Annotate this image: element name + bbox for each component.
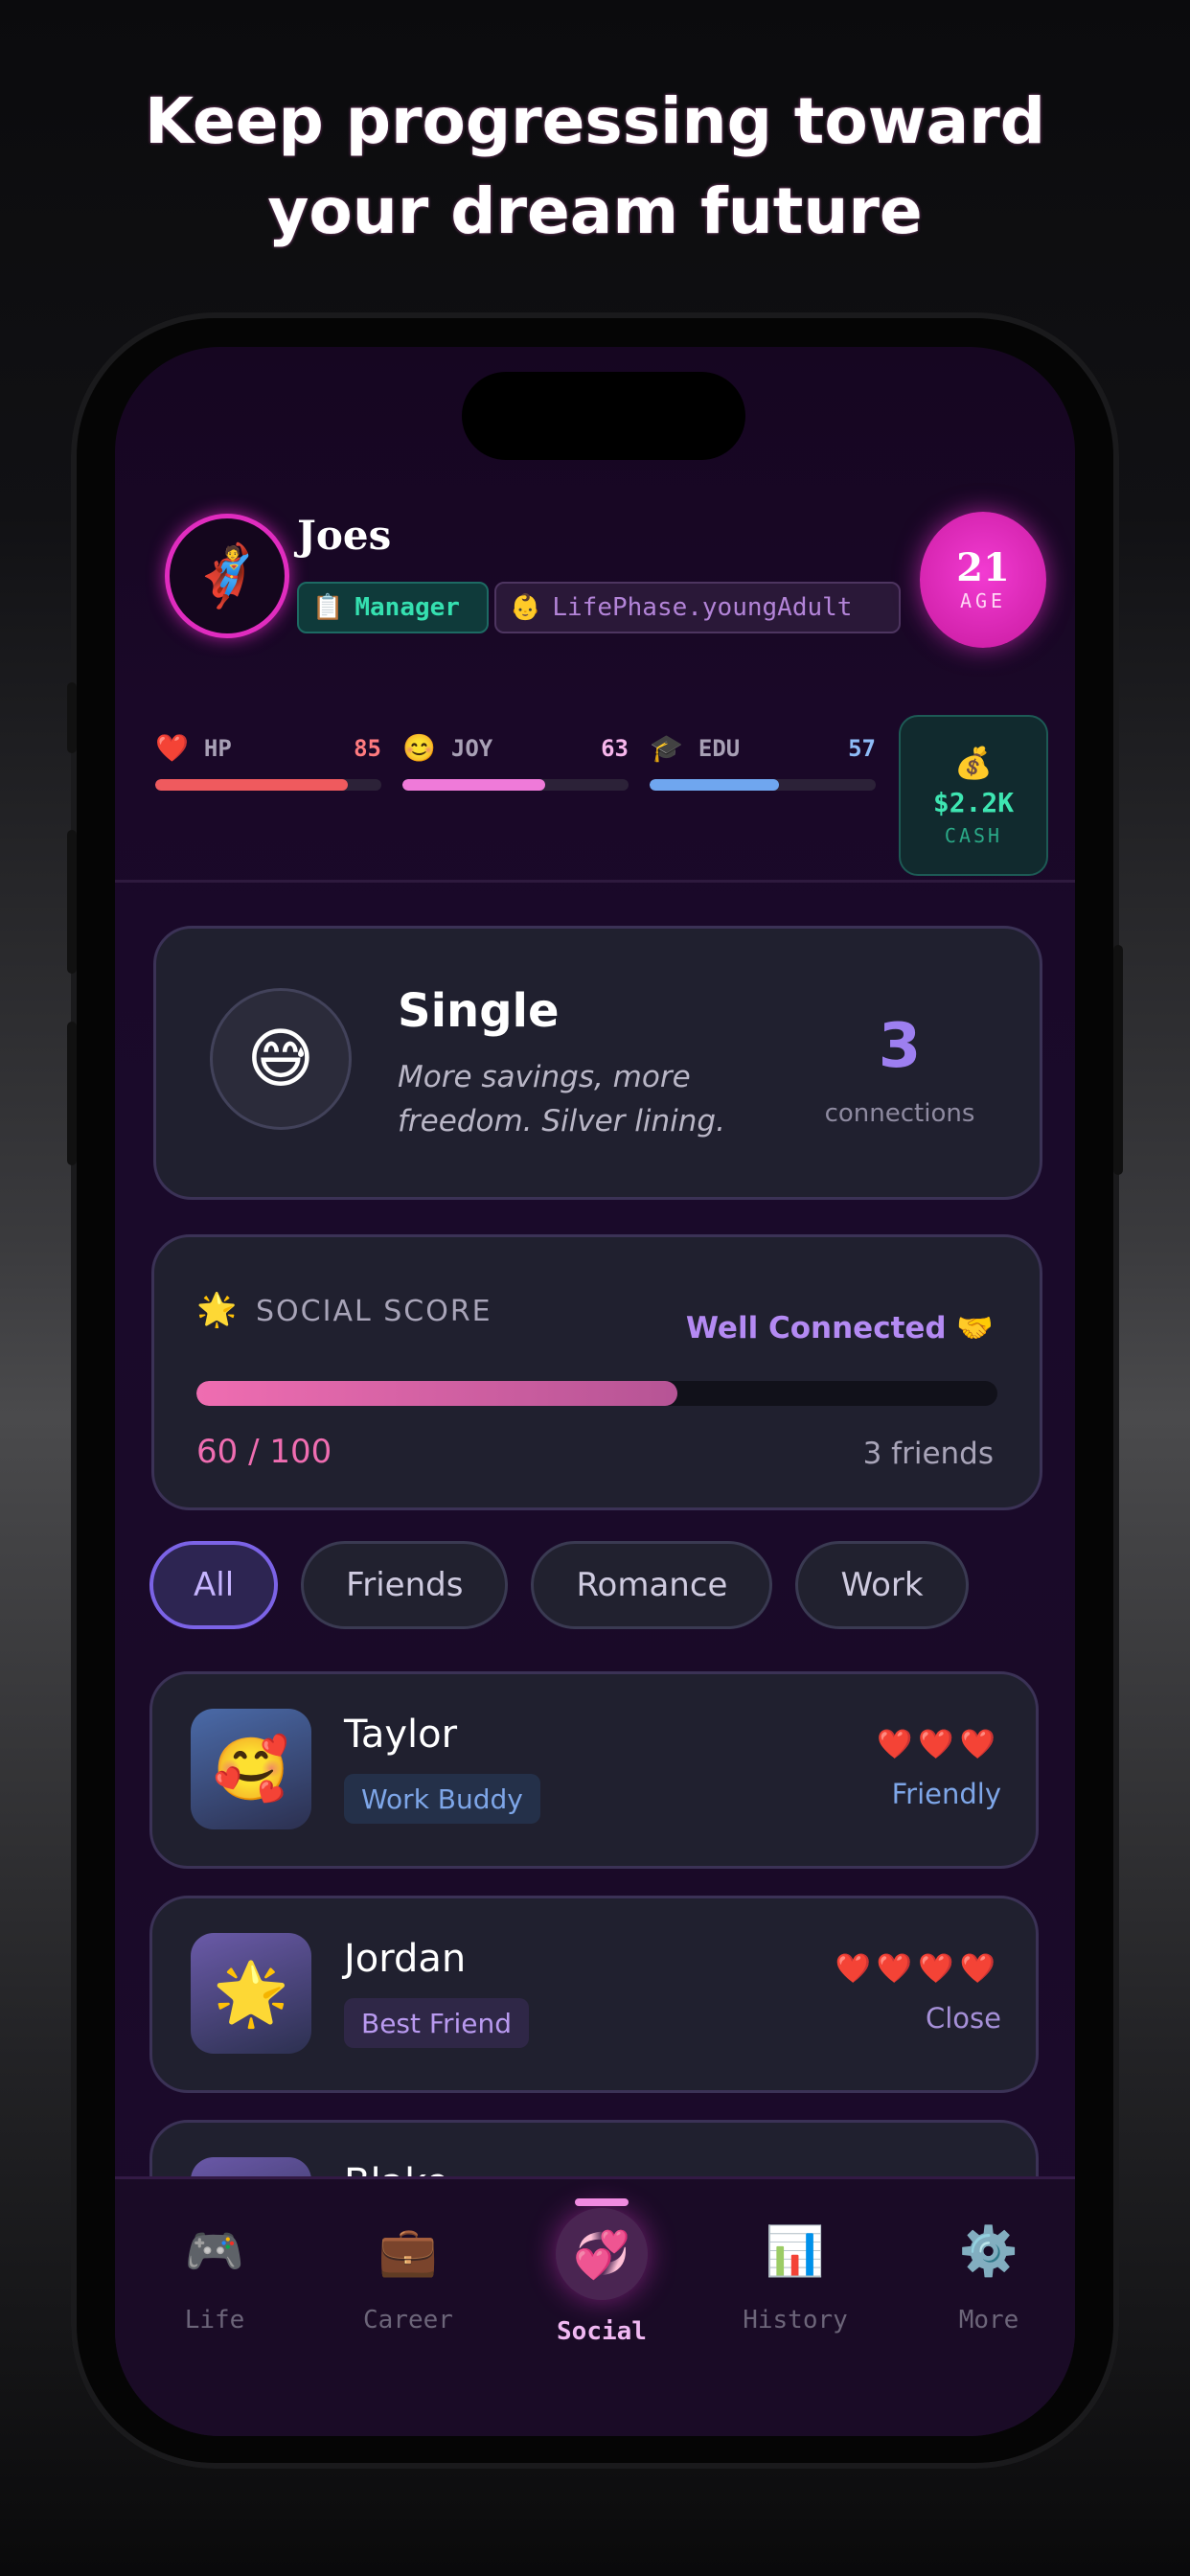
app-screen: 🦸 Joes 📋 Manager 👶 LifePhase.youngAdult … [115, 347, 1075, 2436]
social-score-fill [196, 1381, 677, 1406]
power-button [1113, 945, 1123, 1175]
dynamic-island [462, 372, 745, 460]
age-value: 21 [956, 545, 1010, 590]
bottom-navigation: 🎮 Life 💼 Career 💞 Social 📊 History ⚙️ Mo… [115, 2176, 1075, 2436]
social-score-card: 🌟 SOCIAL SCORE Well Connected 🤝 60 / 100… [151, 1234, 1042, 1510]
money-bag-icon: 💰 [954, 744, 993, 781]
life-phase-label: LifePhase.youngAdult [552, 593, 853, 622]
nav-more[interactable]: ⚙️ More [893, 2208, 1075, 2334]
closeness-level: Close [926, 2002, 1001, 2035]
relationship-card-taylor[interactable]: 🥰 Taylor Work Buddy ❤️❤️❤️ Friendly [149, 1671, 1039, 1869]
status-subtitle: More savings, more freedom. Silver linin… [398, 1060, 725, 1138]
stat-joy-fill [402, 779, 545, 791]
avatar[interactable]: 🦸 [165, 514, 289, 638]
age-badge: 21 AGE [920, 512, 1046, 648]
nav-social[interactable]: 💞 Social [506, 2198, 698, 2346]
nav-history[interactable]: 📊 History [699, 2208, 891, 2334]
stat-hp-fill [155, 779, 348, 791]
stat-hp: ❤️ HP 85 [155, 732, 381, 791]
sweat-smile-icon: 😅 [210, 988, 352, 1130]
stat-joy-label: JOY [450, 734, 493, 762]
nav-history-label: History [743, 2306, 848, 2334]
job-label: Manager [355, 593, 460, 622]
smile-icon: 😊 [402, 732, 436, 764]
stat-edu-value: 57 [848, 734, 876, 762]
graduation-cap-icon: 🎓 [650, 732, 683, 764]
bar-chart-icon: 📊 [765, 2223, 826, 2279]
nav-career[interactable]: 💼 Career [312, 2208, 504, 2334]
star-icon: 🌟 [196, 1291, 238, 1329]
heart-icon: ❤️ [155, 732, 189, 764]
taylor-avatar: 🥰 [191, 1709, 311, 1829]
stat-hp-label: HP [203, 734, 232, 762]
nav-life-label: Life [184, 2306, 245, 2334]
status-title: Single [398, 984, 560, 1038]
connections-count: 3 [878, 1011, 922, 1082]
friends-count: 3 friends [862, 1437, 994, 1471]
clipboard-icon: 📋 [312, 593, 344, 622]
header-divider [115, 880, 1075, 883]
stat-hp-bar [155, 779, 381, 791]
hearts-rating: ❤️❤️❤️❤️ [835, 1952, 1001, 1986]
person-name: Jordan [344, 1937, 467, 1981]
nav-more-label: More [958, 2306, 1019, 2334]
gamepad-icon: 🎮 [184, 2223, 245, 2279]
mute-switch [67, 682, 77, 753]
cash-label: CASH [944, 823, 1003, 847]
social-score-title: SOCIAL SCORE [256, 1295, 492, 1328]
social-score-rating: Well Connected 🤝 [685, 1311, 994, 1346]
nav-career-label: Career [363, 2306, 453, 2334]
filter-friends[interactable]: Friends [301, 1541, 509, 1629]
headline-line-1: Keep progressing toward [144, 84, 1046, 158]
person-name: Taylor [344, 1713, 458, 1757]
headline-line-2: your dream future [267, 174, 923, 248]
avatar-emoji: 🦸 [190, 540, 264, 610]
life-phase-badge: 👶 LifePhase.youngAdult [494, 582, 901, 633]
briefcase-icon: 💼 [378, 2223, 439, 2279]
filter-romance[interactable]: Romance [531, 1541, 773, 1629]
hearts-rating: ❤️❤️❤️ [876, 1728, 1001, 1761]
filter-all[interactable]: All [149, 1541, 279, 1629]
stat-joy-value: 63 [601, 734, 629, 762]
filter-tabs: All Friends Romance Work [149, 1541, 969, 1637]
job-badge: 📋 Manager [297, 582, 489, 633]
social-score-value: 60 / 100 [196, 1433, 332, 1471]
baby-icon: 👶 [510, 593, 541, 622]
jordan-avatar: 🌟 [191, 1933, 311, 2054]
relationship-card-jordan[interactable]: 🌟 Jordan Best Friend ❤️❤️❤️❤️ Close [149, 1896, 1039, 2093]
cash-card: 💰 $2.2K CASH [899, 715, 1048, 876]
stat-joy-bar [402, 779, 629, 791]
stat-edu-label: EDU [698, 734, 741, 762]
age-label: AGE [959, 589, 1007, 612]
cash-value: $2.2K [932, 786, 1015, 818]
relationship-tag: Best Friend [344, 1998, 530, 2048]
stat-joy: 😊 JOY 63 [402, 732, 629, 791]
closeness-level: Friendly [891, 1778, 1001, 1810]
relationship-tag: Work Buddy [344, 1774, 540, 1824]
active-tab-indicator [575, 2198, 629, 2206]
social-score-bar [196, 1381, 997, 1406]
phone-frame: 🦸 Joes 📋 Manager 👶 LifePhase.youngAdult … [67, 312, 1123, 2469]
gear-icon: ⚙️ [958, 2223, 1019, 2279]
stat-hp-value: 85 [354, 734, 381, 762]
stat-edu: 🎓 EDU 57 [650, 732, 876, 791]
nav-life[interactable]: 🎮 Life [119, 2208, 310, 2334]
connections-label: connections [824, 1099, 975, 1128]
headline: Keep progressing toward your dream futur… [0, 77, 1190, 257]
stat-edu-bar [650, 779, 876, 791]
volume-up-button [67, 830, 77, 974]
volume-down-button [67, 1022, 77, 1165]
player-name: Joes [297, 512, 392, 559]
nav-social-label: Social [557, 2317, 647, 2346]
relationship-status-card: 😅 Single More savings, more freedom. Sil… [153, 926, 1042, 1200]
stat-edu-fill [650, 779, 779, 791]
two-hearts-icon: 💞 [556, 2208, 648, 2300]
filter-work[interactable]: Work [795, 1541, 969, 1629]
